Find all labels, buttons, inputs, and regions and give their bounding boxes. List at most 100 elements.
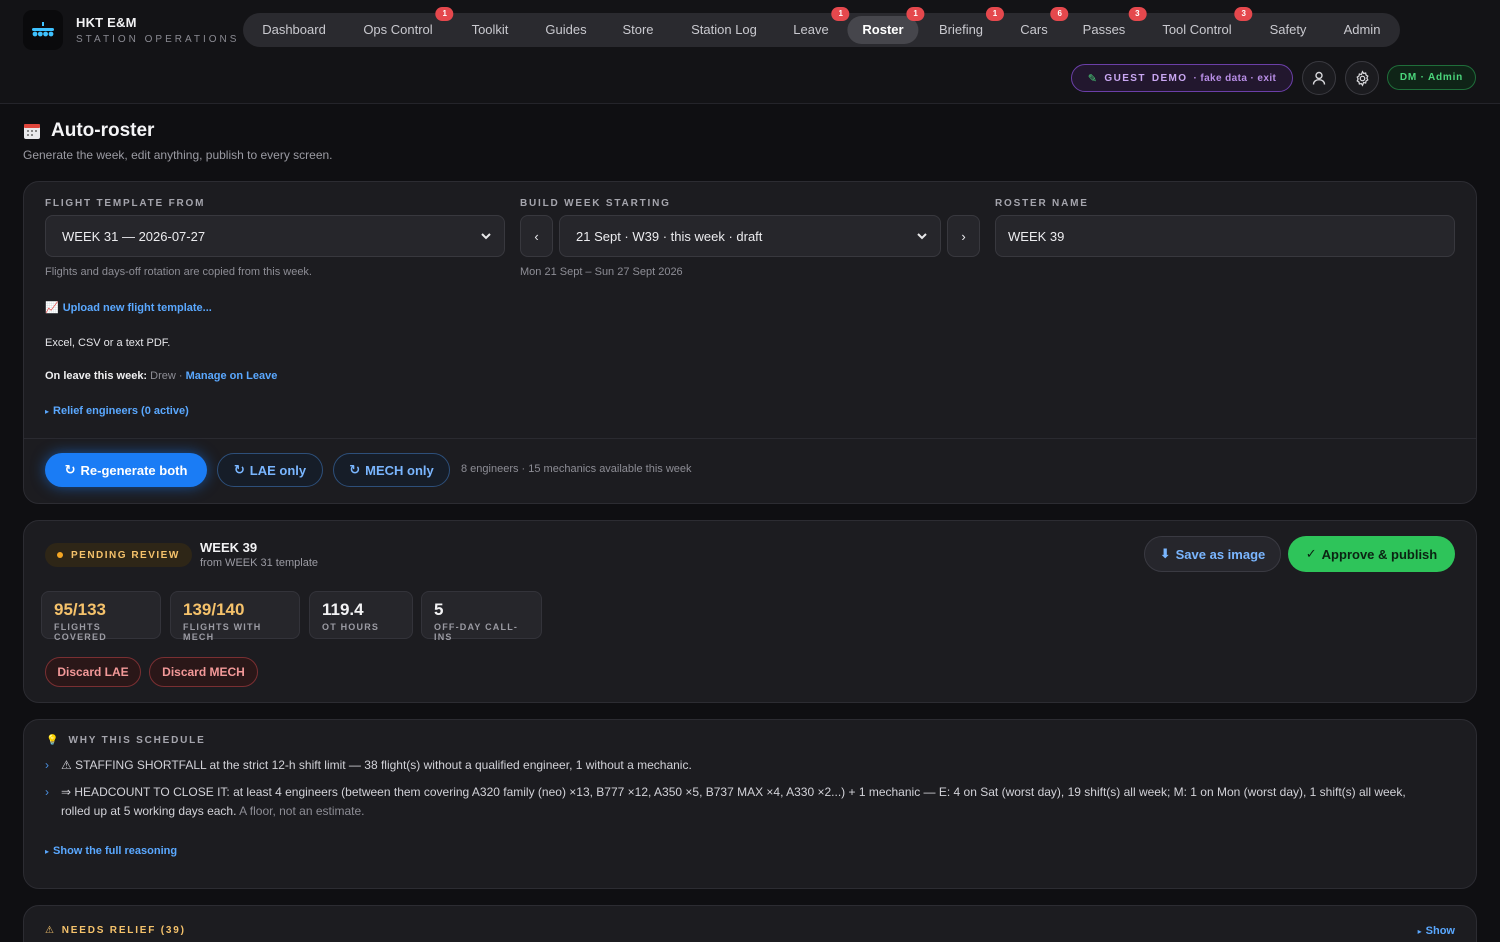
regenerate-both-button[interactable]: ↻ Re-generate both <box>45 453 207 487</box>
nav-passes[interactable]: Passes 3 <box>1068 7 1147 44</box>
roster-name-input[interactable]: WEEK 39 <box>995 215 1455 257</box>
profile-button[interactable] <box>1302 61 1336 95</box>
stat-flights-covered: 95/133 FLIGHTS COVERED <box>41 591 161 642</box>
refresh-icon: ↻ <box>349 462 361 477</box>
disclosure-triangle-icon: ▸ <box>1417 927 1422 936</box>
discard-lae-button[interactable]: Discard LAE <box>45 657 141 687</box>
brand[interactable]: HKT E&M STATION OPERATIONS <box>23 10 239 50</box>
nav-admin[interactable]: Admin <box>1329 16 1396 44</box>
calendar-icon <box>24 124 40 139</box>
nav-station-log[interactable]: Station Log <box>676 16 772 44</box>
needs-relief-show-toggle[interactable]: ▸ Show <box>1418 925 1455 937</box>
roster-name-value: WEEK 39 <box>1008 228 1065 244</box>
template-value: WEEK 31 — 2026-07-27 <box>62 228 206 244</box>
disclosure-triangle-icon: ▸ <box>45 847 50 856</box>
upload-hint: Excel, CSV or a text PDF. <box>45 337 171 349</box>
nav-label: Roster <box>862 22 904 37</box>
chevron-down-icon <box>481 233 491 240</box>
button-label: LAE only <box>249 462 307 478</box>
review-week-source: from WEEK 31 template <box>200 557 318 569</box>
stat-off-day-call-ins: 5 OFF-DAY CALL-INS <box>421 591 542 642</box>
on-leave-row: On leave this week: Drew · Manage on Lea… <box>45 370 277 382</box>
nav-toolkit[interactable]: Toolkit <box>457 16 524 44</box>
pencil-icon: ✎ <box>1087 72 1099 85</box>
nav-ops-control[interactable]: Ops Control 1 <box>348 7 454 44</box>
nav-safety[interactable]: Safety <box>1255 16 1322 44</box>
lightbulb-icon: 💡 <box>46 735 59 746</box>
nav-label: Briefing <box>938 22 984 37</box>
on-leave-names: Drew · <box>150 370 183 382</box>
user-icon <box>1312 71 1326 85</box>
relief-engineers-toggle[interactable]: ▸ Relief engineers (0 active) <box>45 405 189 417</box>
refresh-icon: ↻ <box>233 462 245 477</box>
stat-flights-with-mech: 139/140 FLIGHTS WITH MECH <box>170 591 300 642</box>
download-icon: ⬇ <box>1159 546 1171 561</box>
template-select[interactable]: WEEK 31 — 2026-07-27 <box>45 215 505 257</box>
nav-label: Store <box>622 22 654 37</box>
settings-button[interactable] <box>1345 61 1379 95</box>
fake-data-exit-link[interactable]: · fake data · exit <box>1193 73 1276 84</box>
show-reasoning-toggle[interactable]: ▸ Show the full reasoning <box>45 845 177 857</box>
nav-label: Station Log <box>691 22 757 37</box>
why-schedule-card: 💡 WHY THIS SCHEDULE › ⚠ STAFFING SHORTFAL… <box>23 719 1477 889</box>
nav-label: Admin <box>1343 22 1381 37</box>
reason-note: A floor, not an estimate. <box>239 804 365 818</box>
stat-label: FLIGHTS WITH MECH <box>183 622 262 642</box>
nav-dashboard[interactable]: Dashboard <box>247 16 341 44</box>
nav-label: Safety <box>1269 22 1307 37</box>
disclosure-triangle-icon: ▸ <box>45 407 50 416</box>
stat-label: OFF-DAY CALL-INS <box>434 622 519 642</box>
week-label: BUILD WEEK STARTING <box>520 198 671 209</box>
check-icon: ✓ <box>1305 546 1317 561</box>
lae-only-button[interactable]: ↻ LAE only <box>217 453 323 487</box>
nav-briefing[interactable]: Briefing 1 <box>924 7 1005 44</box>
user-role-pill[interactable]: DM · Admin <box>1387 65 1476 90</box>
week-select[interactable]: 21 Sept · W39 · this week · draft <box>559 215 941 257</box>
brand-title: HKT E&M <box>76 15 137 30</box>
nav-roster[interactable]: Roster 1 <box>847 7 925 44</box>
week-hint: Mon 21 Sept – Sun 27 Sept 2026 <box>520 266 683 278</box>
stat-label: OT HOURS <box>322 622 380 632</box>
nav-store[interactable]: Store <box>607 16 668 44</box>
top-bar: HKT E&M STATION OPERATIONS Dashboard Ops… <box>0 0 1500 104</box>
availability-text: 8 engineers · 15 mechanics available thi… <box>461 463 692 475</box>
main-nav: Dashboard Ops Control 1 Toolkit Guides St… <box>243 7 1400 47</box>
upload-template-link[interactable]: 📈 Upload new flight template... <box>45 301 212 314</box>
chevron-left-icon: ‹ <box>534 228 539 244</box>
stat-value: 5 <box>434 600 444 619</box>
button-label: MECH only <box>365 462 434 478</box>
nav-guides[interactable]: Guides <box>530 16 601 44</box>
reason-shortfall: › ⚠ STAFFING SHORTFALL at the strict 12-h… <box>45 756 1445 775</box>
relief-link-text: Relief engineers (0 active) <box>53 405 189 417</box>
reason-headcount: › ⇒ HEADCOUNT TO CLOSE IT: at least 4 eng… <box>45 783 1445 821</box>
stat-value: 139/140 <box>183 600 245 619</box>
next-week-button[interactable]: › <box>947 215 980 257</box>
nav-tool-control[interactable]: Tool Control 3 <box>1147 7 1253 44</box>
review-card: PENDING REVIEW WEEK 39 from WEEK 31 temp… <box>23 520 1477 703</box>
gear-icon <box>1355 69 1369 87</box>
nav-label: Leave <box>793 22 829 37</box>
manage-leave-link[interactable]: Manage on Leave <box>186 370 278 382</box>
notification-badge: 1 <box>906 7 925 21</box>
on-leave-label: On leave this week: <box>45 370 148 382</box>
approve-publish-button[interactable]: ✓ Approve & publish <box>1288 536 1455 572</box>
stat-value: 119.4 <box>322 600 364 619</box>
button-label: Re-generate both <box>80 462 188 478</box>
why-header: 💡 WHY THIS SCHEDULE <box>46 735 206 746</box>
nav-label: Dashboard <box>262 22 326 37</box>
nav-cars[interactable]: Cars 6 <box>1005 7 1069 44</box>
nav-label: Cars <box>1020 22 1048 37</box>
discard-mech-button[interactable]: Discard MECH <box>149 657 258 687</box>
page-title: Auto-roster <box>51 120 155 141</box>
notification-badge: 3 <box>1234 7 1253 21</box>
nav-leave[interactable]: Leave 1 <box>778 7 850 44</box>
guest-demo-pill[interactable]: ✎ GUEST DEMO · fake data · exit <box>1071 64 1293 92</box>
reason-text: ⚠ STAFFING SHORTFALL at the strict 12-h … <box>61 758 692 772</box>
mech-only-button[interactable]: ↻ MECH only <box>333 453 450 487</box>
save-as-image-button[interactable]: ⬇ Save as image <box>1144 536 1281 572</box>
reason-text: ⇒ HEADCOUNT TO CLOSE IT: at least 4 engi… <box>61 785 1406 799</box>
page-header: Auto-roster <box>23 120 154 142</box>
page-subtitle: Generate the week, edit anything, publis… <box>23 148 333 162</box>
prev-week-button[interactable]: ‹ <box>520 215 553 257</box>
brand-subtitle: STATION OPERATIONS <box>76 34 240 45</box>
